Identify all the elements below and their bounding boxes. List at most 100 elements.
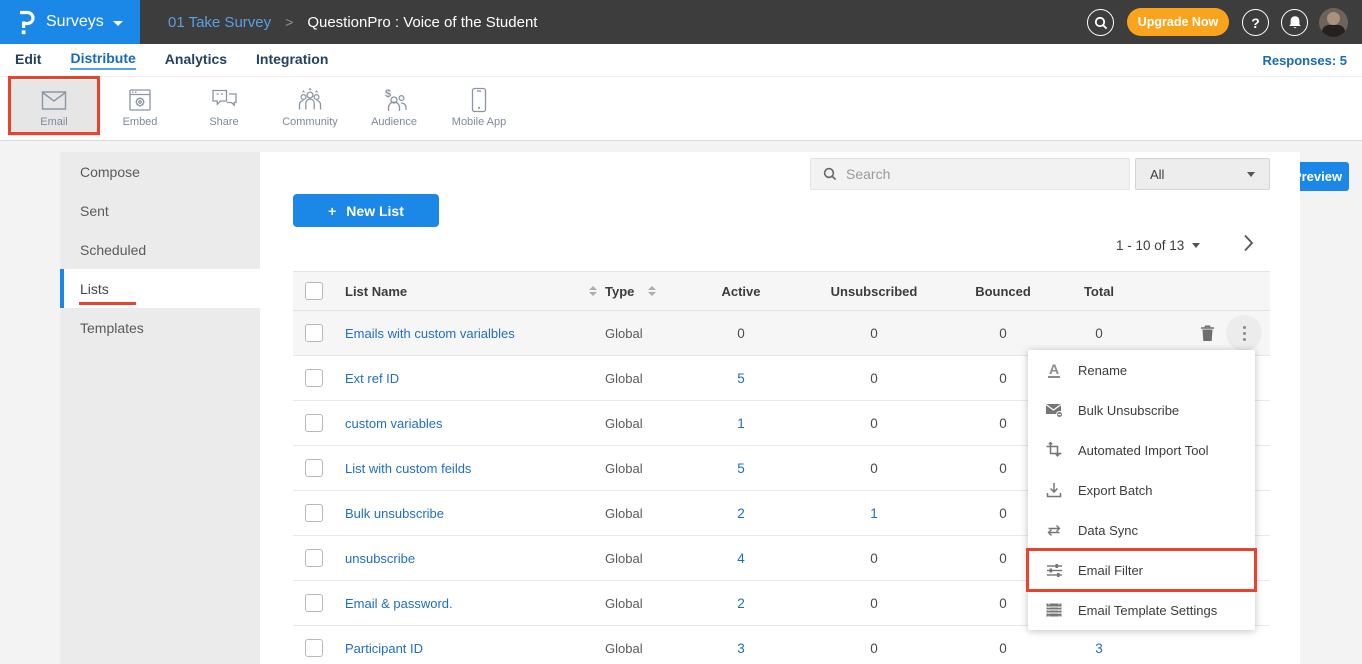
row-checkbox[interactable] (305, 324, 323, 342)
sidebar-item-scheduled[interactable]: Scheduled (60, 230, 260, 269)
sidebar-item-label: Compose (80, 164, 140, 180)
list-name-link[interactable]: Participant ID (345, 641, 423, 656)
list-name-link[interactable]: Ext ref ID (345, 371, 399, 386)
search-icon (823, 167, 837, 181)
tab-analytics[interactable]: Analytics (165, 51, 227, 69)
tab-distribute[interactable]: Distribute (70, 50, 135, 70)
list-type: Global (605, 596, 643, 611)
channel-label: Share (209, 116, 238, 128)
user-avatar[interactable] (1319, 8, 1348, 37)
unsubscribed-count: 0 (801, 641, 947, 656)
menu-item-email-filter[interactable]: Email Filter (1028, 550, 1255, 590)
surveys-product-menu[interactable]: Surveys (0, 0, 140, 44)
channel-mobile-app[interactable]: Mobile App (436, 80, 522, 136)
list-type: Global (605, 416, 643, 431)
list-type: Global (605, 461, 643, 476)
channel-audience[interactable]: $ Audience (351, 80, 437, 136)
channel-label: Embed (123, 116, 158, 128)
list-name-link[interactable]: Bulk unsubscribe (345, 506, 444, 521)
col-total: Total (1059, 284, 1139, 299)
channel-community[interactable]: Community (267, 80, 353, 136)
search-button[interactable] (1087, 9, 1114, 36)
automated-import-icon (1044, 442, 1064, 458)
tab-edit[interactable]: Edit (15, 51, 41, 69)
list-name-link[interactable]: Email & password. (345, 596, 453, 611)
share-icon (211, 87, 238, 113)
embed-icon (128, 87, 152, 113)
menu-item-label: Email Filter (1078, 563, 1143, 578)
plus-icon: + (328, 203, 336, 219)
sidebar-item-lists[interactable]: Lists (60, 269, 260, 308)
col-list-name: List Name (345, 284, 407, 299)
row-checkbox[interactable] (305, 369, 323, 387)
delete-list-button[interactable] (1194, 320, 1220, 346)
menu-item-label: Bulk Unsubscribe (1078, 403, 1179, 418)
upgrade-now-button[interactable]: Upgrade Now (1127, 8, 1229, 36)
sidebar-item-label: Templates (80, 320, 144, 336)
breadcrumb-separator: > (285, 14, 293, 30)
rename-icon: A (1044, 363, 1064, 378)
list-name-link[interactable]: unsubscribe (345, 551, 415, 566)
trash-icon (1200, 325, 1215, 342)
distribute-channel-bar: Email Embed Share (0, 76, 1362, 141)
menu-item-email-template-settings[interactable]: Email Template Settings (1028, 590, 1255, 630)
email-sidebar: Compose Sent Scheduled Lists Templates (60, 152, 260, 664)
col-unsubscribed: Unsubscribed (801, 284, 947, 299)
menu-item-bulk-unsubscribe[interactable]: Bulk Unsubscribe (1028, 390, 1255, 430)
list-name-link[interactable]: List with custom feilds (345, 461, 471, 476)
breadcrumb: 01 Take Survey > QuestionPro : Voice of … (168, 0, 537, 44)
menu-item-automated-import-tool[interactable]: Automated Import Tool (1028, 430, 1255, 470)
sidebar-item-sent[interactable]: Sent (60, 191, 260, 230)
responses-count[interactable]: Responses: 5 (1262, 44, 1347, 76)
annotation-underline-lists (79, 302, 136, 305)
menu-item-rename[interactable]: A Rename (1028, 350, 1255, 390)
tab-integration[interactable]: Integration (256, 51, 328, 69)
sort-list-name-icon[interactable] (589, 286, 597, 296)
menu-item-label: Export Batch (1078, 483, 1152, 498)
row-checkbox[interactable] (305, 459, 323, 477)
active-count: 1 (681, 416, 801, 431)
breadcrumb-survey-link[interactable]: 01 Take Survey (168, 14, 271, 31)
list-name-link[interactable]: Emails with custom varialbles (345, 326, 515, 341)
sort-type-icon[interactable] (648, 286, 656, 296)
channel-label: Community (282, 116, 338, 128)
sidebar-item-compose[interactable]: Compose (60, 152, 260, 191)
help-button[interactable]: ? (1242, 9, 1269, 36)
list-search-box (810, 158, 1130, 190)
questionpro-logo-icon (16, 9, 36, 35)
pagination-dropdown[interactable]: 1 - 10 of 13 (1116, 232, 1200, 258)
active-count: 5 (681, 461, 801, 476)
list-name-link[interactable]: custom variables (345, 416, 443, 431)
chevron-down-icon (113, 21, 123, 26)
channel-embed[interactable]: Embed (97, 80, 183, 136)
row-menu-button[interactable] (1226, 315, 1262, 351)
active-count: 2 (681, 506, 801, 521)
channel-email[interactable]: Email (11, 80, 97, 136)
row-checkbox[interactable] (305, 414, 323, 432)
channel-label: Mobile App (452, 116, 506, 128)
row-checkbox[interactable] (305, 594, 323, 612)
questionpro-app: Surveys 01 Take Survey > QuestionPro : V… (0, 0, 1362, 664)
menu-item-data-sync[interactable]: Data Sync (1028, 510, 1255, 550)
search-input[interactable] (846, 166, 1129, 182)
new-list-button[interactable]: + New List (293, 194, 439, 227)
export-batch-icon (1044, 482, 1064, 498)
unsubscribed-count: 1 (801, 506, 947, 521)
table-header: List Name Type Active Unsubscribed Bounc… (293, 271, 1270, 311)
row-checkbox[interactable] (305, 504, 323, 522)
menu-item-export-batch[interactable]: Export Batch (1028, 470, 1255, 510)
sidebar-item-label: Lists (80, 281, 109, 297)
list-filter-dropdown[interactable]: All (1135, 158, 1270, 190)
svg-text:$: $ (385, 88, 391, 100)
notifications-button[interactable] (1281, 9, 1308, 36)
row-checkbox[interactable] (305, 639, 323, 657)
sidebar-item-templates[interactable]: Templates (60, 308, 260, 347)
select-all-checkbox[interactable] (305, 282, 323, 300)
audience-icon: $ (381, 87, 408, 113)
chevron-down-icon (1192, 243, 1200, 248)
kebab-icon (1243, 326, 1246, 329)
next-page-button[interactable] (1235, 230, 1261, 256)
channel-share[interactable]: Share (181, 80, 267, 136)
survey-nav: Edit Distribute Analytics Integration Re… (0, 44, 1362, 76)
row-checkbox[interactable] (305, 549, 323, 567)
